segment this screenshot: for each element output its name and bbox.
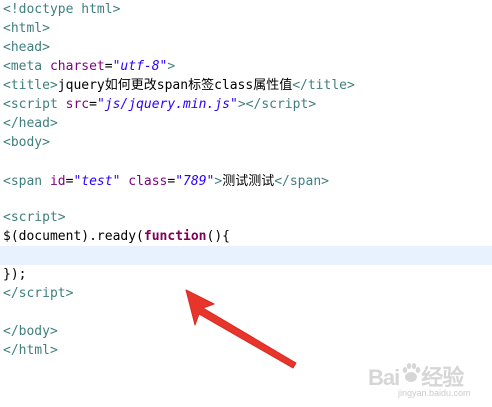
tag-open: </: [3, 324, 19, 339]
tag-close: >: [49, 116, 58, 131]
tag-name: html: [10, 21, 43, 36]
end-tag-name: script: [261, 97, 309, 112]
end-tag-close: >: [321, 174, 329, 189]
tag-name: script: [10, 97, 58, 112]
code-line-16[interactable]: </script>: [3, 284, 73, 303]
tag-close: >: [49, 324, 58, 339]
title-text: jquery如何更改span标签class属性值: [57, 78, 293, 93]
code-line-8[interactable]: <body>: [3, 133, 50, 152]
code-line-18[interactable]: </body>: [3, 322, 58, 341]
code-line-12[interactable]: <script>: [3, 208, 66, 227]
code-line-13[interactable]: $(document).ready(function(){: [3, 227, 230, 246]
code-line-5[interactable]: <title>jquery如何更改span标签class属性值</title>: [3, 76, 355, 95]
code-line-3[interactable]: <head>: [3, 38, 50, 57]
tag-name: script: [10, 210, 58, 225]
end-tag-open: </: [245, 97, 262, 112]
tag-name: head: [10, 40, 43, 55]
end-tag-name: span: [289, 174, 322, 189]
watermark-brand-jingyan: 经验: [421, 365, 464, 390]
tag-close: >: [42, 40, 50, 55]
attr-name: charset: [42, 59, 105, 74]
tag-name: meta: [10, 59, 43, 74]
tag-name: script: [18, 286, 66, 301]
attr-value: "js/jquery.min.js": [96, 97, 238, 112]
function-keyword: function: [143, 229, 207, 244]
tag-open: </: [3, 286, 19, 301]
attr-equals: =: [104, 59, 113, 74]
tag-name: body: [10, 135, 43, 150]
tag-close: >: [42, 21, 50, 36]
tag-close: >: [237, 97, 246, 112]
tag-close: >: [112, 2, 121, 17]
attr-name: src: [57, 97, 90, 112]
end-tag-name: title: [307, 78, 347, 93]
tag-close: >: [42, 135, 50, 150]
tag-open: <: [3, 174, 11, 189]
end-tag-close: >: [308, 97, 317, 112]
code-line-1[interactable]: <!doctype html>: [3, 0, 120, 19]
tag-name: head: [18, 116, 50, 131]
attr-value-class: "789": [175, 174, 215, 189]
function-close: });: [3, 267, 27, 282]
code-line-19[interactable]: </html>: [3, 341, 58, 360]
current-line-highlight: [0, 246, 492, 265]
end-tag-open: </: [292, 78, 308, 93]
tag-close: >: [167, 59, 176, 74]
tag-name: doctype html: [18, 2, 113, 17]
tag-close: >: [49, 343, 58, 358]
code-editor[interactable]: <!doctype html> <html> <head> <meta char…: [0, 0, 492, 407]
tag-open: <: [3, 21, 11, 36]
tag-name: html: [18, 343, 50, 358]
tag-open: <: [3, 40, 11, 55]
code-line-6[interactable]: <script src="js/jquery.min.js"></script>: [3, 95, 316, 114]
baidu-paw-icon: [402, 363, 421, 382]
tag-open: </: [3, 343, 19, 358]
tag-open: <: [3, 135, 11, 150]
tag-close: >: [49, 78, 58, 93]
tag-name: body: [18, 324, 50, 339]
code-line-15[interactable]: });: [3, 265, 26, 284]
watermark-brand-text: Bai: [368, 365, 400, 390]
tag-close: >: [65, 286, 74, 301]
tag-close: >: [214, 174, 223, 189]
attr-name-id: id: [42, 174, 66, 189]
span-text: 测试测试: [222, 174, 275, 189]
tag-open: <: [3, 59, 11, 74]
tag-open: <: [3, 210, 11, 225]
attr-value-id: "test": [73, 174, 121, 189]
tag-open: <: [3, 97, 11, 112]
tag-name: span: [10, 174, 43, 189]
tag-open: <: [3, 78, 11, 93]
attr-name-class: class: [120, 174, 168, 189]
code-line-7[interactable]: </head>: [3, 114, 58, 133]
tag-close: >: [57, 210, 66, 225]
code-line-4[interactable]: <meta charset="utf-8">: [3, 57, 175, 76]
end-tag-close: >: [347, 78, 355, 93]
function-open: (){: [206, 229, 230, 244]
watermark-url: jingyan.baidu.com: [398, 388, 471, 398]
attr-value: "utf-8": [112, 59, 168, 74]
end-tag-open: </: [274, 174, 290, 189]
attr-equals: =: [89, 97, 97, 112]
tag-open: </: [3, 116, 19, 131]
ready-call: $(document).ready(: [3, 229, 144, 244]
code-line-10[interactable]: <span id="test" class="789">测试测试</span>: [3, 172, 329, 191]
code-line-2[interactable]: <html>: [3, 19, 50, 38]
tag-open: <!: [3, 2, 19, 17]
tag-name: title: [10, 78, 50, 93]
